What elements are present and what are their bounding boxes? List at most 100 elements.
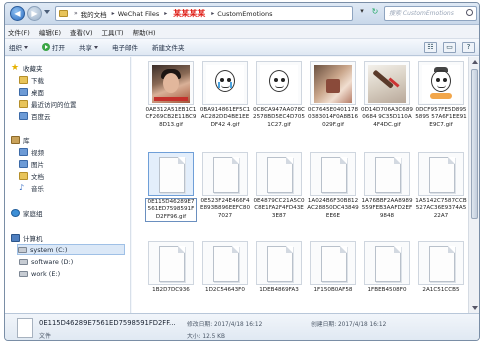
scrollbar-thumb[interactable] — [471, 69, 478, 219]
sidebar-item-computer[interactable]: 计算机 — [11, 232, 43, 243]
eye-shape — [274, 78, 278, 82]
sidebar-item-music[interactable]: ♪ 音乐 — [19, 182, 44, 193]
sketch-thumbnail — [422, 65, 460, 103]
blank-file-icon — [159, 246, 185, 282]
refresh-icon[interactable]: ↻ — [369, 7, 381, 20]
scroll-up-arrow-icon[interactable] — [472, 60, 478, 64]
file-thumbnail — [310, 152, 356, 196]
folder-icon — [59, 10, 68, 17]
sidebar-label: 百度云 — [31, 112, 51, 121]
blank-file-icon — [267, 246, 293, 282]
face-outline — [269, 70, 289, 92]
drive-icon — [18, 246, 27, 253]
sidebar-item-drive-e[interactable]: work (E:) — [19, 268, 60, 279]
sidebar-item-videos[interactable]: 视频 — [19, 146, 44, 157]
file-name: 1A5142C7587CCB527AC36E9374A522A7 — [415, 198, 467, 219]
library-icon — [11, 135, 20, 144]
breadcrumb-chevron-icon[interactable]: ▸ — [164, 10, 167, 17]
file-thumbnail — [148, 241, 194, 285]
forward-button[interactable]: ▶ — [27, 6, 42, 21]
back-button[interactable]: ◀ — [10, 6, 25, 21]
sidebar-item-baidu[interactable]: 百度云 — [19, 110, 51, 121]
open-button[interactable]: 打开 — [42, 42, 65, 52]
sidebar-item-pictures[interactable]: 图片 — [19, 158, 44, 169]
address-bar[interactable]: » 我的文档 ▸ WeChat Files ▸ 某某某某 ▸ CustomEmo… — [55, 6, 353, 21]
file-thumbnail — [256, 61, 302, 105]
sketch-thumbnail — [260, 65, 298, 103]
menu-file[interactable]: 文件(F) — [8, 27, 30, 37]
menu-edit[interactable]: 编辑(E) — [39, 27, 61, 37]
sidebar-item-drive-d[interactable]: software (D:) — [19, 256, 73, 267]
help-icon[interactable]: ? — [462, 42, 475, 53]
file-name: 0DCF957FE5D8955895 57A6F1EE91E9C7.gif — [415, 107, 467, 128]
share-button[interactable]: 共享 — [79, 42, 98, 52]
file-name: 1A024B6F30B812AC28850DC43849EE6E — [307, 198, 359, 219]
sidebar-label: 桌面 — [31, 88, 44, 97]
breadcrumb-documents[interactable]: 我的文档 — [81, 9, 107, 19]
file-list: 0AE312A51EB1C1CF269CB2E11BC98D13.gif 0BA… — [132, 57, 468, 313]
breadcrumb-chevron-icon[interactable]: » — [74, 10, 78, 17]
sidebar-label: 图片 — [31, 160, 44, 169]
sidebar-item-libraries[interactable]: 库 — [11, 134, 30, 145]
menu-help[interactable]: 帮助(H) — [133, 27, 156, 37]
file-name: 1F150B0AF58 — [313, 287, 353, 293]
desktop-icon — [19, 87, 28, 96]
sidebar-item-desktop[interactable]: 桌面 — [19, 86, 44, 97]
redacted-annotation: 某某某某 — [173, 9, 206, 18]
vertical-scrollbar[interactable] — [468, 57, 479, 313]
details-file-type: 文件 — [39, 333, 52, 340]
email-button[interactable]: 电子邮件 — [112, 42, 138, 52]
menu-view[interactable]: 查看(V) — [70, 27, 93, 37]
details-file-size: 大小: 12.5 KB — [187, 334, 225, 340]
preview-pane-icon[interactable]: ▭ — [443, 42, 456, 53]
blank-file-icon — [429, 246, 455, 282]
blank-file-icon — [321, 157, 347, 193]
breadcrumb-chevron-icon[interactable]: ▸ — [112, 10, 115, 17]
computer-icon — [11, 233, 20, 242]
search-icon[interactable] — [466, 9, 473, 16]
new-folder-label: 新建文件夹 — [152, 44, 185, 52]
sidebar-item-downloads[interactable]: 下载 — [19, 74, 44, 85]
address-dropdown-icon[interactable]: ▾ — [356, 7, 368, 20]
file-thumbnail — [310, 61, 356, 105]
sidebar-item-documents[interactable]: 文档 — [19, 170, 44, 181]
sidebar-label: 下载 — [31, 76, 44, 85]
breadcrumb-wechat-files[interactable]: WeChat Files — [118, 10, 160, 18]
blank-file-icon — [213, 246, 239, 282]
face-outline — [431, 70, 451, 92]
sidebar-label: 最近访问的位置 — [31, 100, 77, 109]
sidebar-label: 文档 — [31, 172, 44, 181]
chevron-down-icon — [94, 45, 98, 49]
file-name: 0BA914861EF5C1AC282DD4BE1EEDF42 4.gif — [199, 107, 251, 128]
file-thumbnail — [418, 152, 464, 196]
recent-pages-chevron-icon[interactable] — [44, 10, 50, 14]
sidebar-label: system (C:) — [30, 245, 68, 254]
photo-thumbnail — [314, 65, 352, 103]
scroll-down-arrow-icon[interactable] — [472, 306, 478, 310]
search-input[interactable]: 搜索 CustomEmotions — [384, 6, 477, 21]
search-placeholder: 搜索 CustomEmotions — [389, 10, 454, 17]
file-name-rename-box[interactable]: 0E115D46289E7561ED7598591FD2FF96.gif — [145, 198, 197, 222]
command-bar: 组织 打开 共享 电子邮件 新建文件夹 ☷ ▭ ? — [5, 39, 479, 56]
file-thumbnail — [310, 241, 356, 285]
photo-thumbnail — [152, 65, 190, 103]
breadcrumb-custom-emotions[interactable]: CustomEmotions — [217, 10, 272, 18]
new-folder-button[interactable]: 新建文件夹 — [152, 42, 185, 52]
sidebar-item-drive-c[interactable]: system (C:) — [17, 244, 125, 255]
sidebar-label: software (D:) — [31, 257, 74, 266]
organize-button[interactable]: 组织 — [9, 42, 28, 52]
menu-tools[interactable]: 工具(T) — [102, 27, 124, 37]
sidebar-item-recent[interactable]: 最近访问的位置 — [19, 98, 77, 109]
breadcrumb-chevron-icon[interactable]: ▸ — [211, 10, 214, 17]
view-options-icon[interactable]: ☷ — [424, 42, 437, 53]
sidebar-label: work (E:) — [31, 269, 61, 278]
sketch-thumbnail — [206, 65, 244, 103]
open-label: 打开 — [52, 44, 65, 52]
eye-shape — [436, 78, 440, 82]
sidebar-label: 家庭组 — [23, 209, 43, 218]
sidebar-item-favorites[interactable]: ★ 收藏夹 — [11, 62, 43, 73]
face-shape — [163, 73, 179, 93]
sidebar-item-homegroup[interactable]: 家庭组 — [11, 207, 43, 218]
cup-shape — [326, 79, 340, 93]
file-thumbnail — [202, 241, 248, 285]
